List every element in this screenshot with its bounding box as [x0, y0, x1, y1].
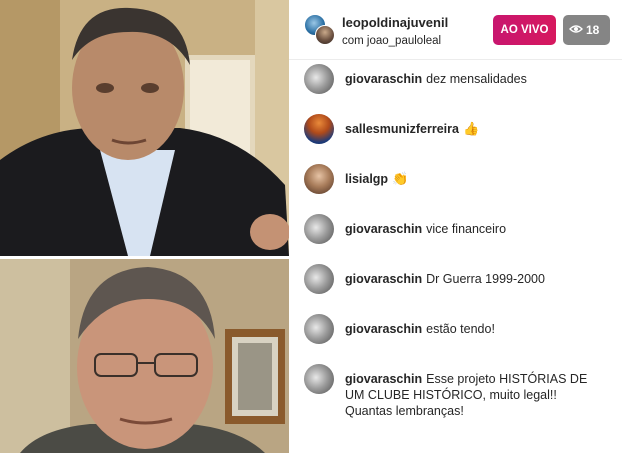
comment-username[interactable]: giovaraschin [345, 272, 422, 286]
guest-video-feed [0, 259, 289, 453]
comment-text: giovaraschin Esse projeto HISTÓRIAS DE UM… [345, 371, 607, 419]
comment-body: vice financeiro [426, 222, 507, 236]
viewer-count: 18 [586, 23, 600, 37]
guest-line[interactable]: com joao_pauloleal [342, 35, 441, 47]
comment-body: dez mensalidades [426, 72, 527, 86]
clapping-hands-emoji: 👏 [392, 171, 409, 186]
commenter-avatar[interactable] [304, 264, 334, 294]
guest-video-image [0, 259, 289, 453]
host-video-feed [0, 0, 289, 256]
comment-text: lisialgp 👏 [345, 171, 615, 187]
live-side-panel: leopoldinajuvenil com joao_pauloleal AO … [289, 0, 622, 453]
live-video-panel [0, 0, 289, 453]
viewer-count-badge[interactable]: 18 [563, 15, 610, 45]
comment-username[interactable]: lisialgp [345, 172, 388, 186]
host-avatars[interactable] [304, 14, 336, 46]
commenter-avatar[interactable] [304, 314, 334, 344]
comment-username[interactable]: sallesmunizferreira [345, 122, 459, 136]
comment-username[interactable]: giovaraschin [345, 372, 422, 386]
host-username[interactable]: leopoldinajuvenil [342, 15, 448, 30]
comment-body: Dr Guerra 1999-2000 [426, 272, 545, 286]
comment-username[interactable]: giovaraschin [345, 322, 422, 336]
comment-body: estão tendo! [426, 322, 495, 336]
eye-icon [569, 15, 583, 45]
guest-avatar[interactable] [315, 25, 335, 45]
commenter-avatar[interactable] [304, 164, 334, 194]
commenter-avatar[interactable] [304, 114, 334, 144]
commenter-avatar[interactable] [304, 64, 334, 94]
live-header: leopoldinajuvenil com joao_pauloleal AO … [289, 0, 622, 60]
commenter-avatar[interactable] [304, 214, 334, 244]
commenter-avatar[interactable] [304, 364, 334, 394]
comment-text: giovaraschin dez mensalidades [345, 71, 615, 87]
thumbs-up-emoji: 👍 [462, 121, 480, 136]
comment-username[interactable]: giovaraschin [345, 222, 422, 236]
live-badge: AO VIVO [493, 15, 556, 45]
comment-text: giovaraschin Dr Guerra 1999-2000 [345, 271, 615, 287]
comment-username[interactable]: giovaraschin [345, 72, 422, 86]
comment-text: sallesmunizferreira 👍 [345, 121, 615, 137]
comment-text: giovaraschin estão tendo! [345, 321, 615, 337]
host-video-image [0, 0, 289, 256]
comment-text: giovaraschin vice financeiro [345, 221, 615, 237]
